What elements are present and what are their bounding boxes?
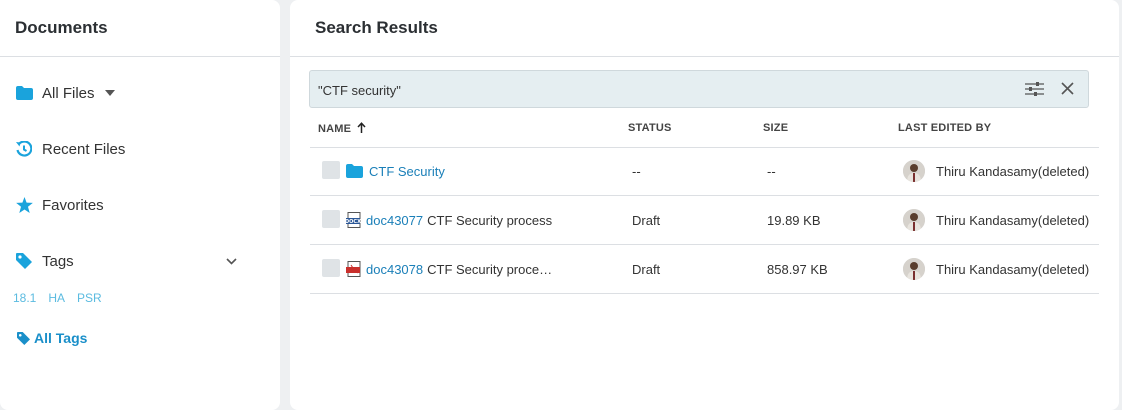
last-edited-cell: Thiru Kandasamy(deleted) (903, 147, 1089, 195)
file-name-link[interactable]: doc43077 (366, 213, 423, 228)
chevron-down-icon[interactable] (226, 257, 237, 265)
size-cell: -- (767, 163, 776, 179)
all-tags-label: All Tags (34, 330, 88, 346)
file-title: CTF Security proce… (427, 261, 553, 277)
user-name: Thiru Kandasamy(deleted) (936, 212, 1090, 228)
sidebar-item-label: Tags (42, 252, 74, 270)
size-cell: 19.89 KB (767, 212, 821, 228)
user-name: Thiru Kandasamy(deleted) (936, 261, 1090, 277)
page-title: Search Results (290, 0, 1119, 57)
file-name-link[interactable]: doc43078 (366, 262, 423, 277)
folder-icon (346, 164, 363, 178)
close-icon[interactable] (1061, 82, 1074, 100)
column-header-size[interactable]: SIZE (763, 122, 788, 134)
table-row[interactable]: CTF Security -- -- Thiru Kandasamy(delet… (310, 147, 1099, 196)
status-cell: -- (632, 163, 641, 179)
file-title: CTF Security process (427, 212, 553, 228)
star-icon (15, 196, 33, 214)
avatar (903, 209, 925, 231)
sidebar-item-favorites[interactable]: Favorites (15, 196, 104, 214)
sidebar-item-label: Favorites (42, 196, 104, 214)
search-results-panel: Search Results NAME STATUS SIZE LAST EDI… (290, 0, 1119, 410)
tag-chip[interactable]: HA (48, 291, 65, 305)
sidebar-item-recent-files[interactable]: Recent Files (15, 140, 125, 158)
last-edited-cell: Thiru Kandasamy(deleted) (903, 245, 1089, 293)
avatar (903, 160, 925, 182)
column-header-label: NAME (318, 123, 352, 135)
status-cell: Draft (632, 212, 661, 228)
column-header-name[interactable]: NAME (318, 122, 367, 136)
filter-settings-icon[interactable] (1025, 81, 1044, 102)
sidebar-item-label: Recent Files (42, 140, 126, 158)
row-checkbox[interactable] (322, 259, 340, 277)
last-edited-cell: Thiru Kandasamy(deleted) (903, 196, 1089, 244)
status-cell: Draft (632, 261, 661, 277)
documents-sidebar: Documents All Files Recent Files Favorit… (0, 0, 280, 410)
table-header: NAME STATUS SIZE LAST EDITED BY (310, 117, 1099, 148)
tag-icon (15, 252, 33, 270)
tag-chip[interactable]: 18.1 (13, 291, 36, 305)
sidebar-item-label: All Files (42, 84, 95, 102)
table-row[interactable]: DOCX doc43077 CTF Security process Draft… (310, 196, 1099, 245)
name-cell: DOCX doc43077 CTF Security process (346, 196, 552, 244)
tag-chips: 18.1 HA PSR (13, 291, 102, 305)
size-cell: 858.97 KB (767, 261, 828, 277)
tag-chip[interactable]: PSR (77, 291, 102, 305)
user-name: Thiru Kandasamy(deleted) (936, 163, 1090, 179)
name-cell: CTF Security (346, 147, 449, 195)
word-document-icon: DOCX (346, 212, 362, 228)
sidebar-item-all-files[interactable]: All Files (15, 84, 115, 102)
column-header-last-edited-by[interactable]: LAST EDITED BY (898, 122, 991, 134)
row-checkbox[interactable] (322, 161, 340, 179)
row-checkbox[interactable] (322, 210, 340, 228)
sort-ascending-icon (357, 122, 367, 136)
search-input[interactable] (316, 77, 1010, 103)
name-cell: doc43078 CTF Security proce… (346, 245, 552, 293)
svg-text:DOCX: DOCX (346, 219, 361, 225)
table-row[interactable]: doc43078 CTF Security proce… Draft 858.9… (310, 245, 1099, 294)
search-bar (309, 70, 1089, 108)
file-name-link[interactable]: CTF Security (369, 164, 445, 179)
avatar (903, 258, 925, 280)
folder-icon (15, 84, 33, 102)
sidebar-title: Documents (0, 0, 280, 57)
all-tags-link[interactable]: All Tags (17, 330, 87, 346)
sidebar-item-tags[interactable]: Tags (15, 252, 265, 270)
history-icon (15, 140, 33, 158)
tag-icon (17, 331, 30, 345)
column-header-status[interactable]: STATUS (628, 122, 672, 134)
caret-down-icon[interactable] (104, 90, 115, 96)
pdf-document-icon (346, 261, 362, 277)
